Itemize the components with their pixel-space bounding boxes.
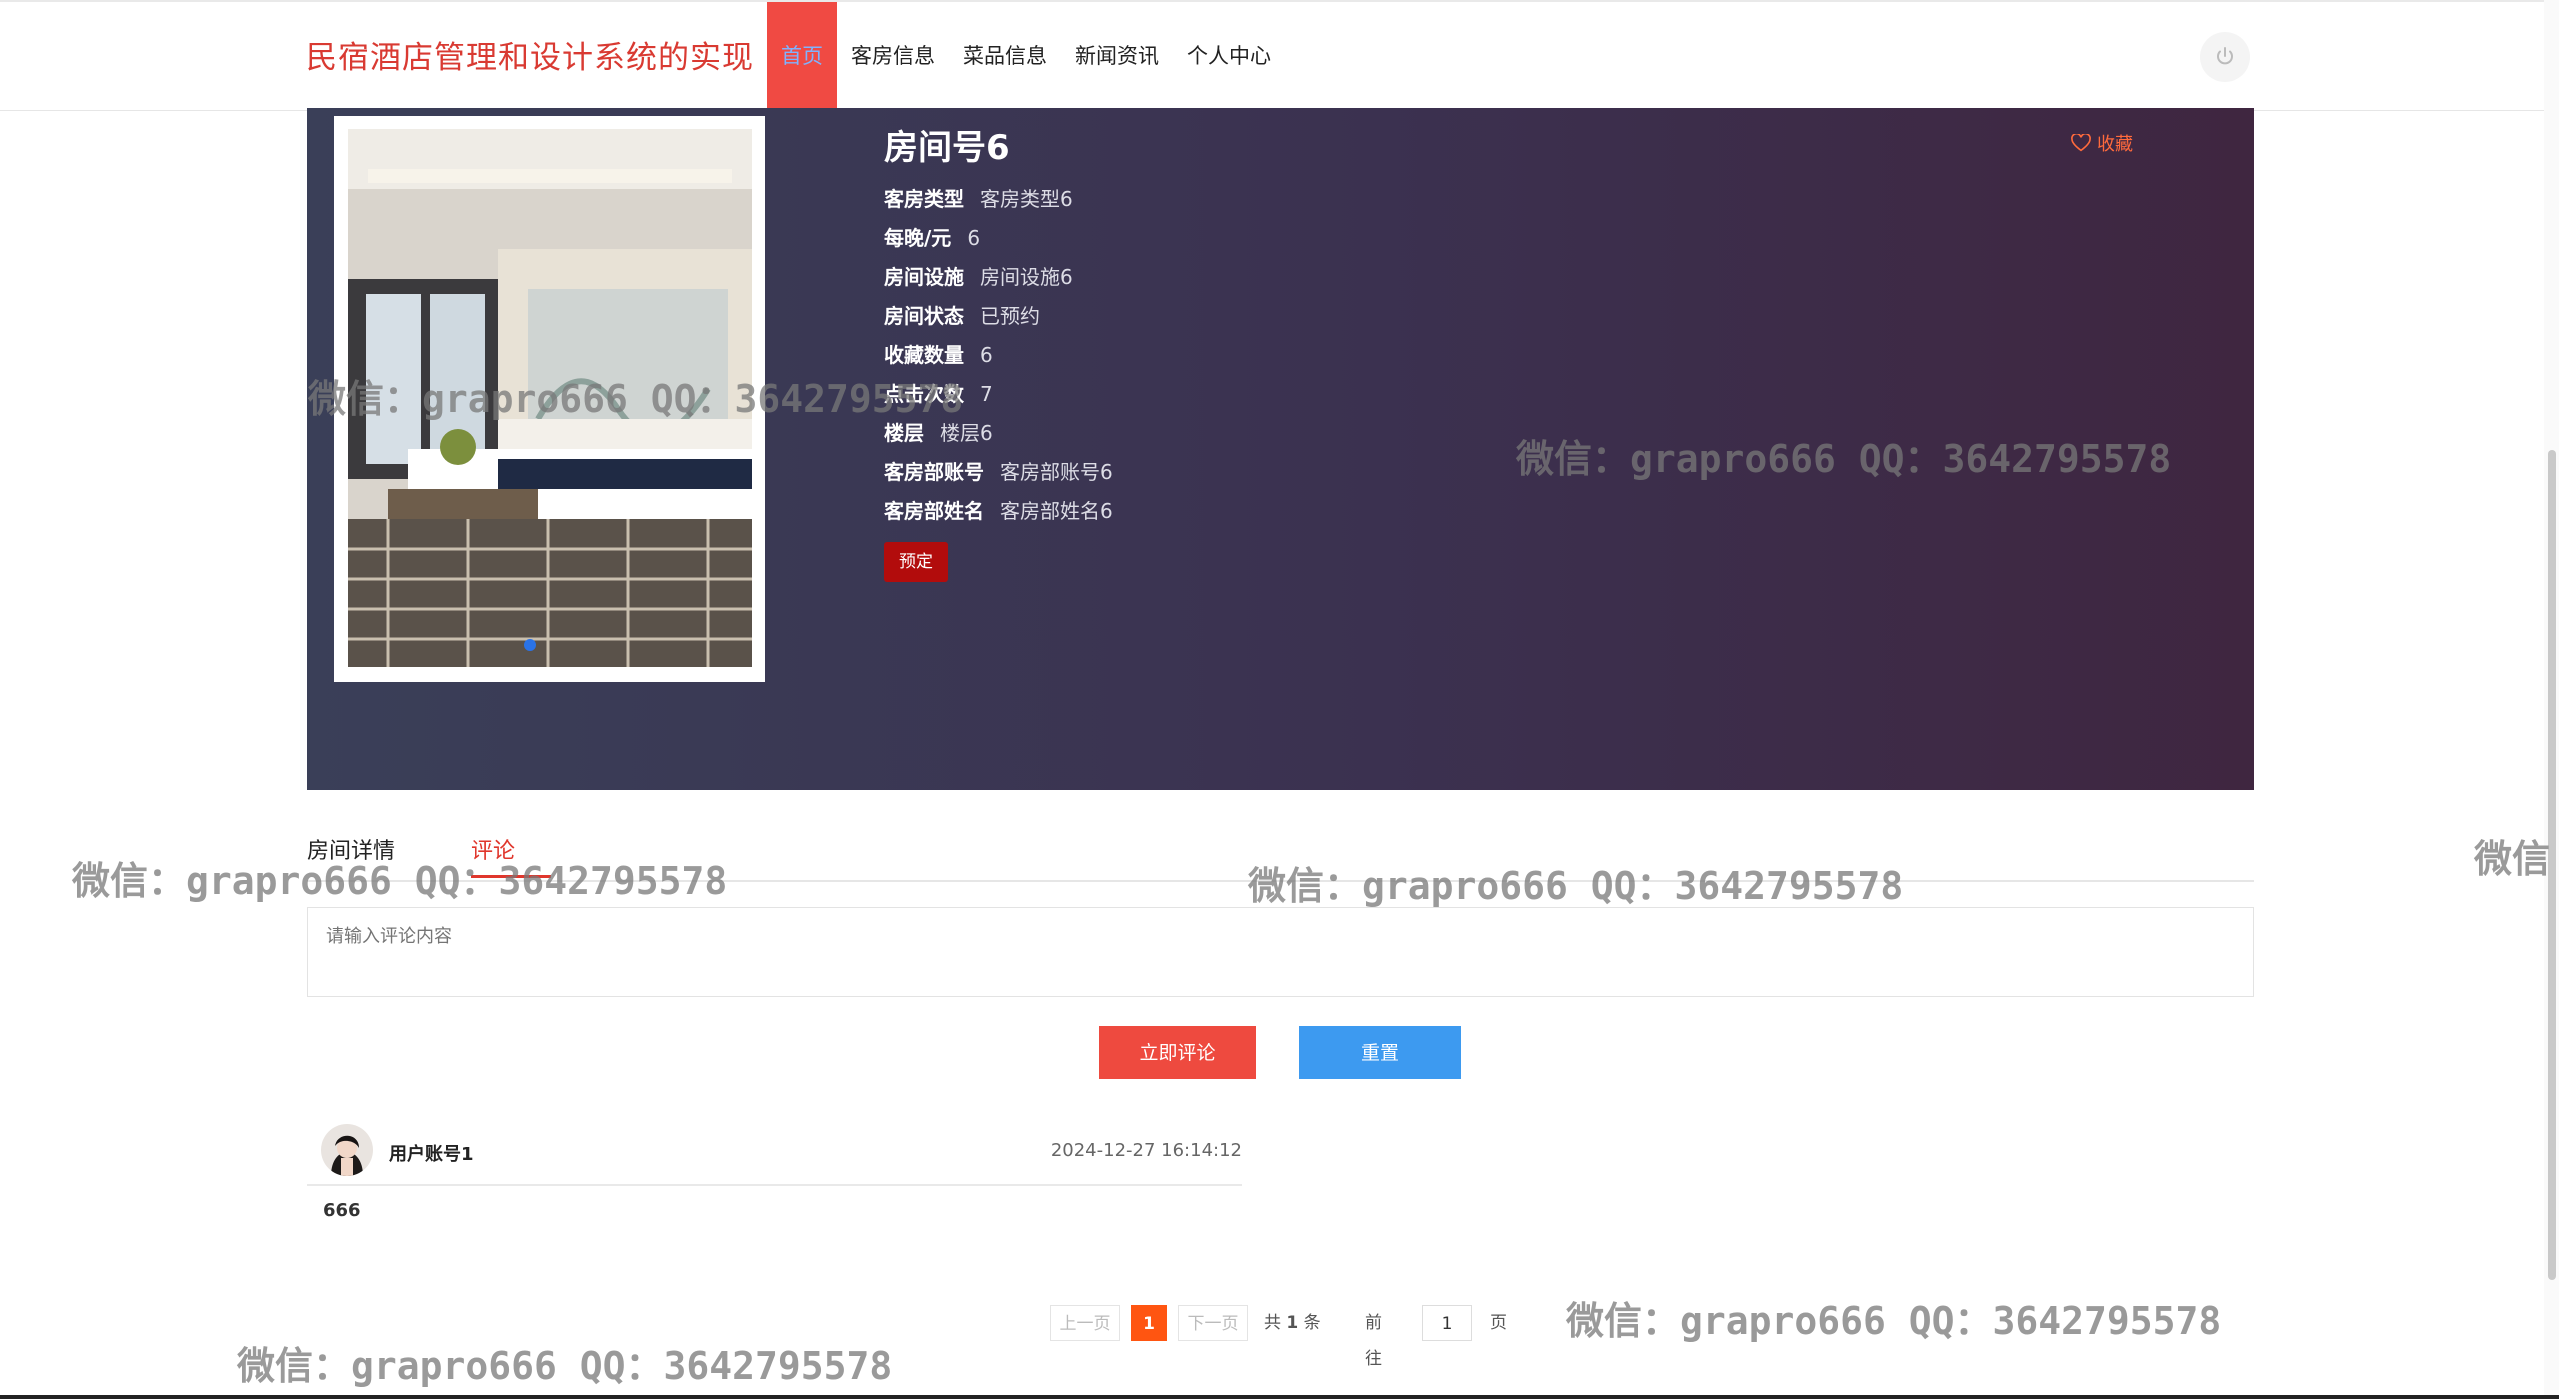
scrollbar-thumb[interactable]: [2548, 450, 2556, 1280]
info-row-floor: 楼层 楼层6: [884, 414, 1113, 453]
avatar: [321, 1124, 373, 1176]
comment-username: 用户账号1: [389, 1144, 474, 1165]
heart-icon: [2071, 134, 2091, 152]
site-brand[interactable]: 民宿酒店管理和设计系统的实现: [306, 32, 754, 77]
info-value: 7: [980, 382, 993, 406]
favorite-button[interactable]: 收藏: [2071, 130, 2133, 156]
comment-input[interactable]: [307, 907, 2254, 997]
submit-comment-button[interactable]: 立即评论: [1099, 1026, 1256, 1079]
watermark: 微信：grapro666 QQ：3642795578: [1566, 1299, 2222, 1343]
info-label: 客房部账号: [884, 460, 984, 484]
info-label: 房间状态: [884, 304, 964, 328]
info-label: 每晚/元: [884, 226, 952, 250]
info-label: 房间设施: [884, 265, 964, 289]
info-label: 客房部姓名: [884, 499, 984, 523]
room-photo: [348, 129, 752, 667]
logout-button[interactable]: [2200, 32, 2250, 82]
info-row-status: 房间状态 已预约: [884, 297, 1113, 336]
main-nav: 首页 客房信息 菜品信息 新闻资讯 个人中心: [767, 2, 1285, 110]
info-value: 客房部账号6: [1000, 460, 1113, 484]
nav-dishes[interactable]: 菜品信息: [949, 2, 1061, 110]
total-suffix: 条: [1303, 1313, 1321, 1333]
room-photo-carousel[interactable]: [334, 116, 765, 682]
info-value: 已预约: [980, 304, 1040, 328]
book-button[interactable]: 预定: [884, 542, 948, 582]
nav-rooms[interactable]: 客房信息: [837, 2, 949, 110]
info-label: 点击次数: [884, 382, 964, 406]
next-page-button[interactable]: 下一页: [1178, 1305, 1248, 1341]
info-value: 客房类型6: [980, 187, 1073, 211]
info-row-favorites: 收藏数量 6: [884, 336, 1113, 375]
carousel-indicator-dot[interactable]: [524, 639, 536, 651]
nav-profile[interactable]: 个人中心: [1173, 2, 1285, 110]
reset-button[interactable]: 重置: [1299, 1026, 1461, 1079]
watermark: 微信: [2474, 837, 2551, 881]
info-value: 房间设施6: [980, 265, 1073, 289]
top-header: 民宿酒店管理和设计系统的实现 首页 客房信息 菜品信息 新闻资讯 个人中心: [0, 0, 2559, 111]
comment-text: 666: [323, 1200, 361, 1221]
info-row-clicks: 点击次数 7: [884, 375, 1113, 414]
info-value: 客房部姓名6: [1000, 499, 1113, 523]
total-prefix: 共: [1264, 1313, 1281, 1333]
info-label: 楼层: [884, 421, 924, 445]
detail-tabs: 房间详情 评论: [307, 830, 2254, 882]
active-tab-indicator: [471, 875, 551, 878]
info-row-dept-account: 客房部账号 客房部账号6: [884, 453, 1113, 492]
room-info-list: 客房类型 客房类型6 每晚/元 6 房间设施 房间设施6 房间状态 已预约 收藏数量 6 …: [884, 180, 1113, 531]
page-1-button[interactable]: 1: [1131, 1305, 1167, 1341]
page-jump-input[interactable]: 1: [1422, 1305, 1472, 1341]
favorite-label: 收藏: [2097, 134, 2133, 155]
page-suffix: 页: [1490, 1313, 1507, 1333]
info-row-dept-name: 客房部姓名 客房部姓名6: [884, 492, 1113, 531]
info-value: 6: [980, 343, 993, 367]
nav-home[interactable]: 首页: [767, 2, 837, 110]
info-row-type: 客房类型 客房类型6: [884, 180, 1113, 219]
info-label: 收藏数量: [884, 343, 964, 367]
goto-label: 前往: [1365, 1313, 1382, 1369]
info-value: 6: [967, 226, 981, 250]
total-value: 1: [1286, 1313, 1299, 1333]
power-icon: [2217, 47, 2233, 65]
watermark: 微信：grapro666 QQ：3642795578: [237, 1344, 893, 1388]
info-row-facilities: 房间设施 房间设施6: [884, 258, 1113, 297]
divider: [307, 1184, 1242, 1186]
info-value: 楼层6: [940, 421, 993, 445]
tab-comments[interactable]: 评论: [471, 833, 515, 865]
nav-news[interactable]: 新闻资讯: [1061, 2, 1173, 110]
info-label: 客房类型: [884, 187, 964, 211]
comment-timestamp: 2024-12-27 16:14:12: [1050, 1140, 1242, 1161]
total-count: 共 1 条: [1264, 1305, 1321, 1341]
info-row-price: 每晚/元 6: [884, 219, 1113, 258]
bottom-border: [0, 1395, 2559, 1399]
tab-room-details[interactable]: 房间详情: [307, 833, 395, 865]
prev-page-button[interactable]: 上一页: [1050, 1305, 1120, 1341]
room-title: 房间号6: [884, 128, 1010, 168]
room-hero: 房间号6 收藏 客房类型 客房类型6 每晚/元 6 房间设施 房间设施6 房间状态 已预…: [307, 108, 2254, 790]
